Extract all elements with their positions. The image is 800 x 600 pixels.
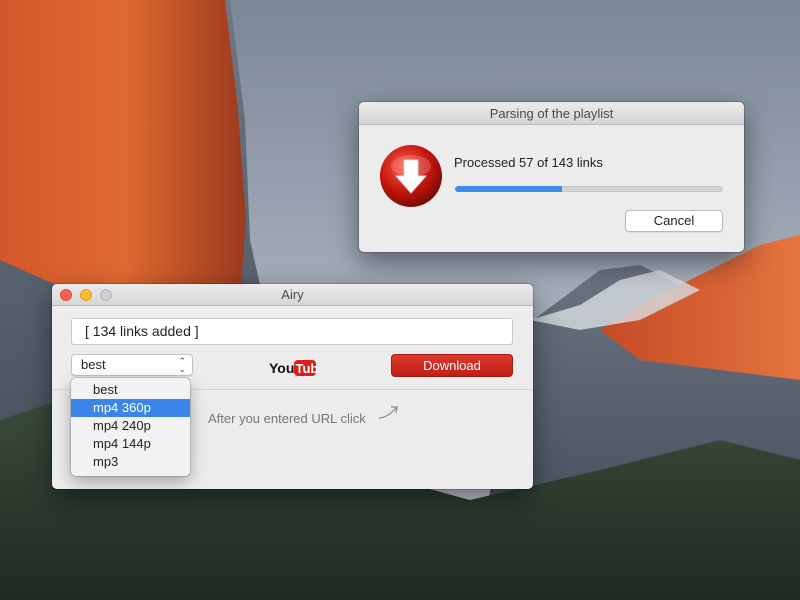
- format-option-mp4-360p[interactable]: mp4 360p: [71, 399, 190, 417]
- format-option-mp3[interactable]: mp3: [71, 453, 190, 471]
- url-input[interactable]: [ 134 links added ]: [71, 318, 513, 345]
- close-window-button[interactable]: [60, 289, 72, 301]
- select-updown-icon: ⌃ ⌄: [178, 356, 186, 374]
- cancel-button[interactable]: Cancel: [625, 210, 723, 232]
- zoom-window-button[interactable]: [100, 289, 112, 301]
- format-option-mp4-240p[interactable]: mp4 240p: [71, 417, 190, 435]
- airy-download-icon: [380, 145, 442, 207]
- format-select-value: best: [81, 357, 106, 372]
- airy-window-title: Airy: [52, 284, 533, 306]
- curved-arrow-icon: [378, 406, 398, 419]
- hint-text: After you entered URL click: [208, 411, 366, 426]
- parsing-progress-bar: [455, 186, 723, 192]
- format-select[interactable]: best ⌃ ⌄: [71, 354, 193, 376]
- parsing-dialog: Parsing of the playlist Processed 57 of …: [359, 102, 744, 252]
- download-button[interactable]: Download: [391, 354, 513, 377]
- format-option-mp4-144p[interactable]: mp4 144p: [71, 435, 190, 453]
- parsing-progress-fill: [455, 186, 563, 192]
- processed-status-text: Processed 57 of 143 links: [454, 155, 603, 170]
- youtube-logo-tube: Tube: [296, 361, 318, 376]
- airy-window-title-text: Airy: [281, 287, 304, 302]
- minimize-window-button[interactable]: [80, 289, 92, 301]
- parsing-dialog-title: Parsing of the playlist: [359, 102, 744, 125]
- format-option-best[interactable]: best: [71, 381, 190, 399]
- youtube-logo-you: You: [269, 360, 294, 376]
- youtube-logo: You Tube: [269, 360, 318, 376]
- format-dropdown-menu: best mp4 360p mp4 240p mp4 144p mp3: [71, 378, 190, 476]
